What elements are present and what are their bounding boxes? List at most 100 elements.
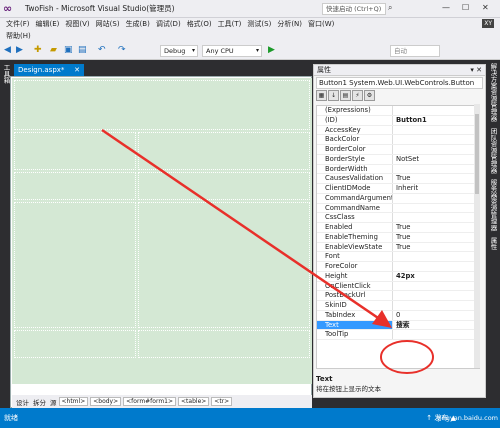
search-icon[interactable]: ⌕ [388,3,392,13]
property-row[interactable]: CausesValidation True [317,174,479,184]
quick-launch-input[interactable]: 快速启动 (Ctrl+Q) [322,3,386,15]
property-row[interactable]: PostBackUrl [317,291,479,301]
undo-icon[interactable]: ↶ [98,45,106,55]
table-cell[interactable] [14,132,136,170]
property-row[interactable]: Height 42px [317,271,479,282]
property-value[interactable] [393,301,396,310]
property-value[interactable] [393,126,396,135]
property-value[interactable] [393,262,396,271]
menu-file[interactable]: 文件(F) [6,19,30,29]
property-row[interactable]: EnableTheming True [317,232,479,243]
property-row[interactable]: TabIndex 0 [317,310,479,321]
minimize-button[interactable]: — [442,3,450,12]
table-cell[interactable] [14,330,136,358]
property-value[interactable]: Inherit [393,184,418,193]
menu-debug[interactable]: 调试(D) [156,19,181,29]
property-value[interactable] [393,204,396,213]
solution-explorer-tab[interactable]: 解决方案资源管理器 [488,63,498,122]
property-value[interactable]: True [393,223,410,232]
property-row[interactable]: OnClientClick [317,281,479,292]
menu-help[interactable]: 帮助(H) [6,32,31,40]
property-value[interactable]: NotSet [393,155,419,164]
property-row[interactable]: AccessKey [317,125,479,136]
property-value[interactable] [393,194,396,203]
scrollbar-thumb[interactable] [475,114,479,194]
start-debug-icon[interactable]: ▶ [268,45,275,55]
property-row[interactable]: BackColor [317,135,479,145]
property-row[interactable]: BorderWidth [317,164,479,175]
property-value[interactable] [393,252,396,261]
property-value[interactable] [393,145,396,154]
menu-test[interactable]: 测试(S) [247,19,271,29]
property-row[interactable]: Font [317,252,479,262]
breadcrumb[interactable]: <tr> [211,397,233,406]
tab-design[interactable]: 设计 [16,397,29,407]
object-selector[interactable]: Button1 System.Web.UI.WebControls.Button [316,77,483,89]
tab-split[interactable]: 拆分 [33,397,46,407]
menu-window[interactable]: 窗口(W) [308,19,334,29]
platform-select[interactable]: Any CPU ▾ [202,45,262,57]
property-row[interactable]: SkinID [317,301,479,311]
menu-analyze[interactable]: 分析(N) [277,19,302,29]
properties-tab[interactable]: 属性 [488,237,498,250]
forward-icon[interactable]: ▶ [16,45,23,55]
alphabetical-icon[interactable]: ↓ [328,90,339,101]
property-value[interactable] [393,282,396,291]
property-row[interactable]: (ID) Button1 [317,115,479,126]
menu-view[interactable]: 视图(V) [65,19,89,29]
document-tab[interactable]: Design.aspx* ✕ [14,64,84,76]
property-row[interactable]: CommandArgument [317,193,479,204]
breadcrumb[interactable]: <html> [58,397,89,406]
table-cell[interactable] [138,330,310,358]
property-value[interactable] [393,330,396,339]
categorized-icon[interactable]: ▦ [316,90,327,101]
property-pages-icon[interactable]: ⚙ [364,90,375,101]
solution-config-select[interactable]: Debug ▾ [160,45,198,57]
menu-tools[interactable]: 工具(T) [218,19,242,29]
new-project-icon[interactable]: ✚ [34,45,42,55]
menu-edit[interactable]: 编辑(E) [36,19,60,29]
table-cell[interactable] [138,132,310,170]
redo-icon[interactable]: ↷ [118,45,126,55]
breadcrumb[interactable]: <table> [178,397,210,406]
property-value[interactable]: True [393,174,410,183]
save-icon[interactable]: ▣ [64,45,73,55]
table-cell[interactable] [14,80,310,130]
breadcrumb[interactable]: <form#form1> [123,397,177,406]
property-row[interactable]: (Expressions) [317,106,479,116]
property-value[interactable] [393,135,396,144]
back-icon[interactable]: ◀ [4,45,11,55]
property-row[interactable]: BorderColor [317,145,479,155]
property-value[interactable]: 搜索 [393,321,410,330]
property-value[interactable]: Button1 [393,116,427,125]
tab-source[interactable]: 源 [50,397,57,407]
events-icon[interactable]: ⚡ [352,90,363,101]
design-surface[interactable] [12,78,312,384]
save-all-icon[interactable]: ▤ [78,45,87,55]
breadcrumb[interactable]: <body> [90,397,122,406]
property-value[interactable] [393,291,396,300]
property-value[interactable] [393,213,396,222]
menu-format[interactable]: 格式(O) [187,19,212,29]
property-value[interactable]: 0 [393,311,400,320]
user-avatar[interactable]: XY [482,19,494,28]
property-value[interactable]: 42px [393,272,415,281]
maximize-button[interactable]: ☐ [462,3,469,12]
property-row[interactable]: ForeColor [317,262,479,272]
property-row[interactable]: CommandName [317,203,479,214]
property-row[interactable]: ClientIDMode Inherit [317,184,479,194]
open-folder-icon[interactable]: ▰ [50,45,57,55]
properties-icon[interactable]: ▤ [340,90,351,101]
property-row[interactable]: ToolTip [317,330,479,340]
property-row[interactable]: EnableViewState True [317,242,479,253]
property-row[interactable]: CssClass [317,213,479,223]
pin-icon[interactable]: ▾ ✕ [470,65,482,76]
team-explorer-tab[interactable]: 团队资源管理器 [488,128,498,174]
auto-select[interactable]: 自动 [390,45,440,57]
table-cell[interactable] [138,172,310,200]
close-icon[interactable]: ✕ [74,64,80,76]
property-value[interactable] [393,106,396,115]
table-cell[interactable] [14,202,136,328]
table-cell[interactable] [14,172,136,200]
table-cell[interactable] [138,202,310,328]
